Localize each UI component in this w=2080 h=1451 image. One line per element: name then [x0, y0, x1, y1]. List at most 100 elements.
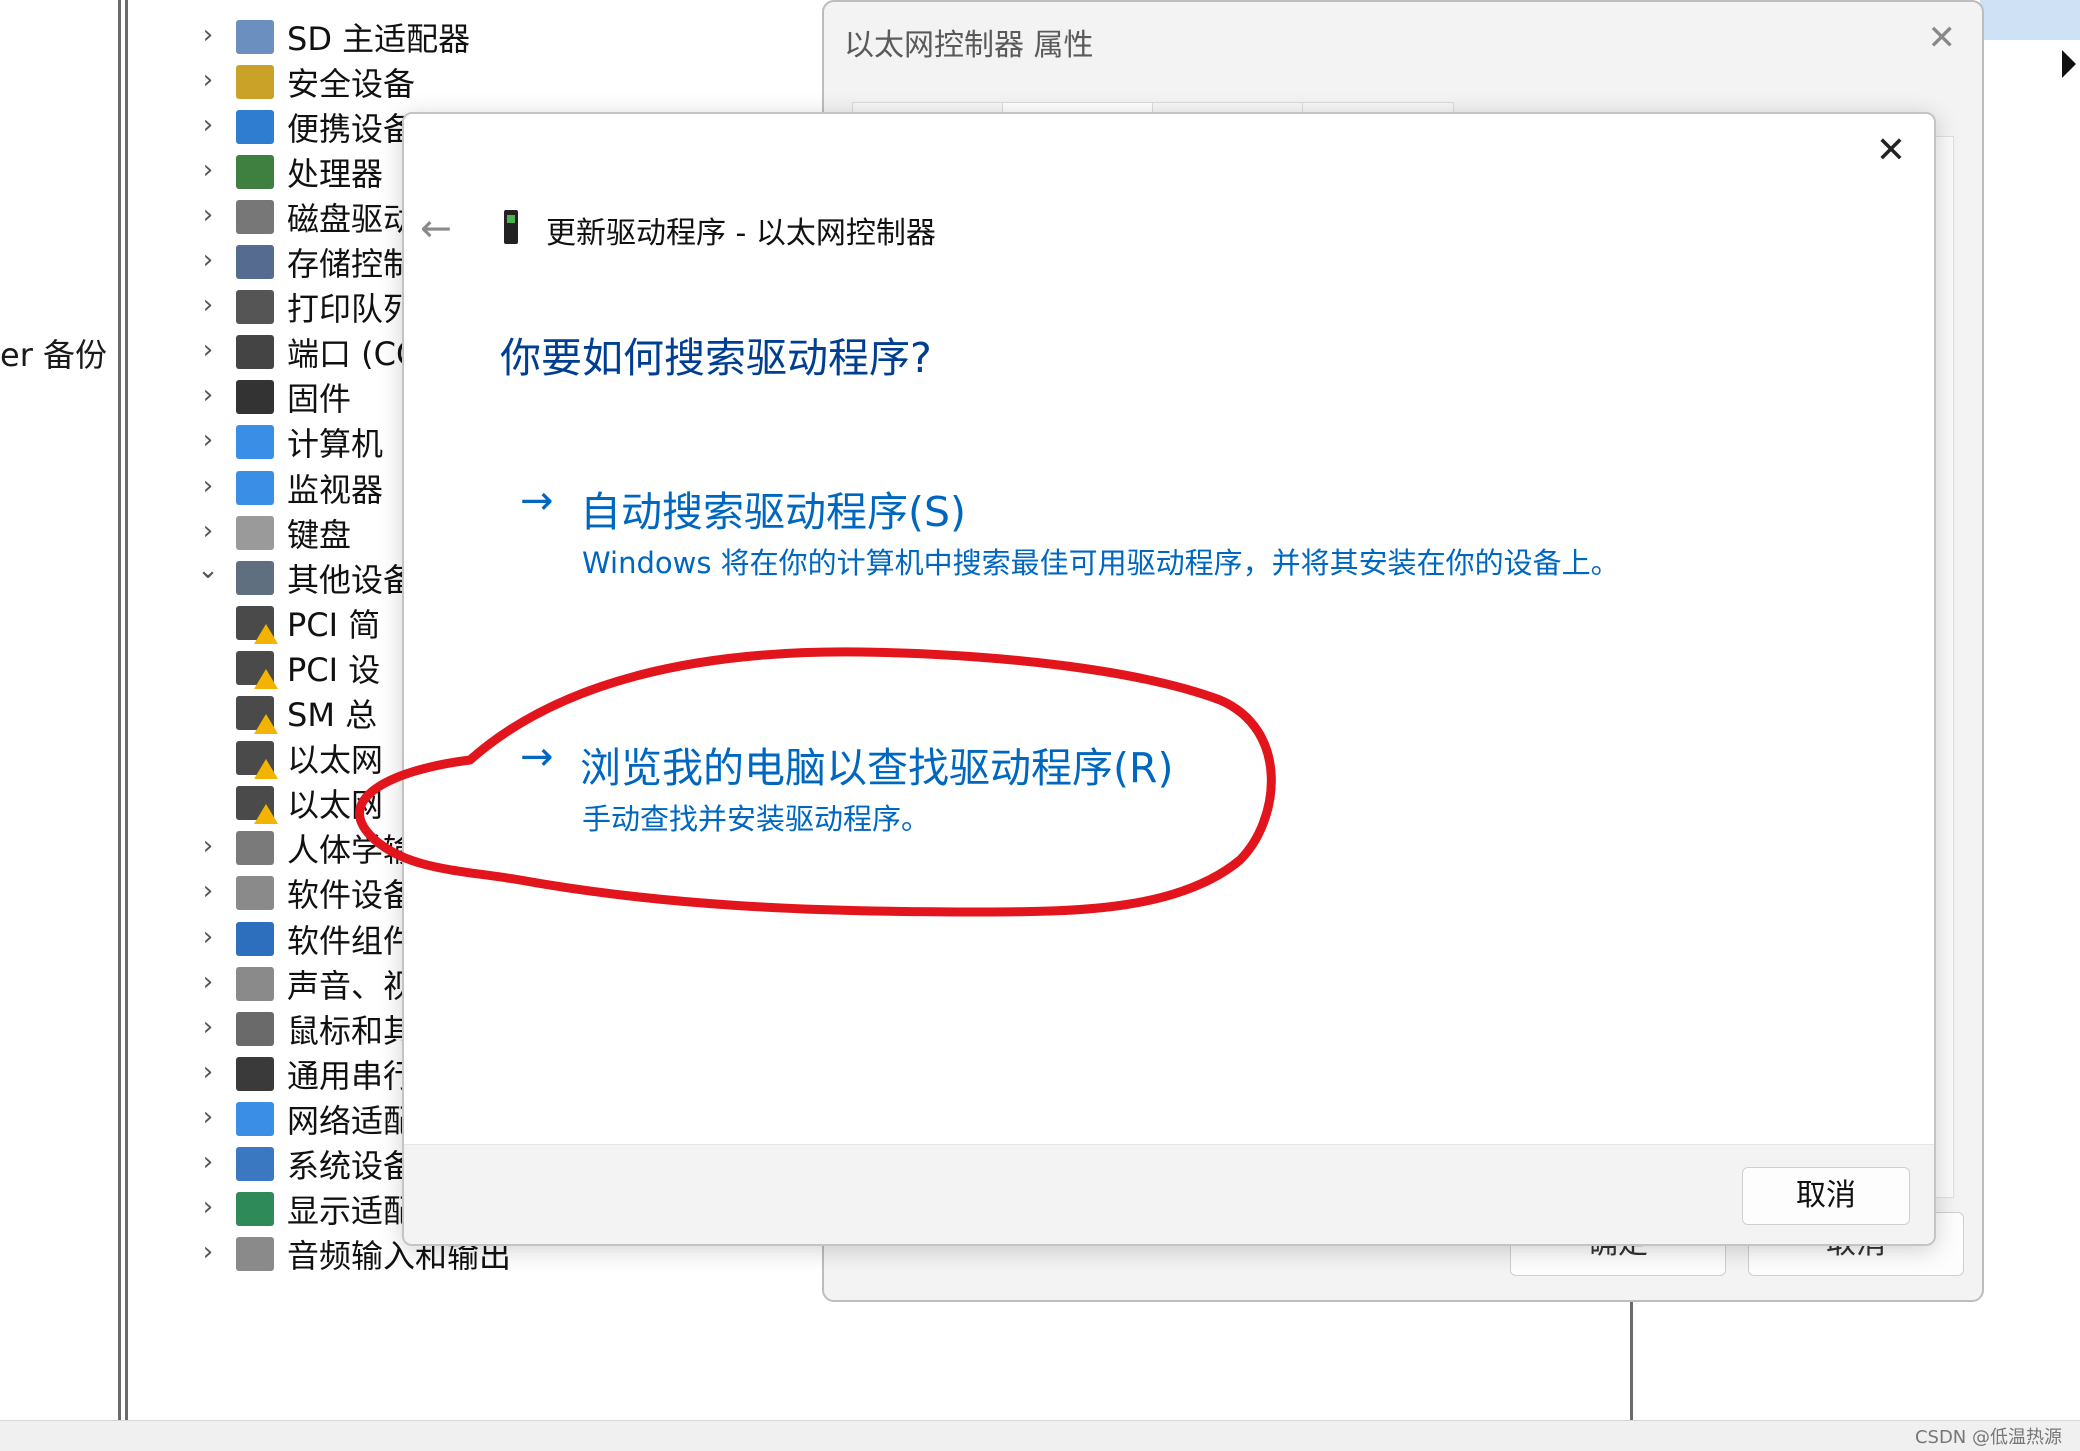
tree-category-item[interactable]: › 端口 (CO	[190, 330, 421, 375]
chevron-right-icon[interactable]: ›	[190, 110, 226, 140]
tree-category-item[interactable]: ⌄ 其他设备	[190, 555, 415, 600]
usb-icon	[236, 1056, 274, 1091]
tree-item-label: PCI 设	[287, 650, 381, 689]
tree-category-item[interactable]: › 磁盘驱动	[190, 194, 415, 239]
left-pane-text: er 备份	[0, 336, 108, 374]
chevron-right-icon[interactable]: ›	[190, 20, 226, 50]
tree-item-label: 便携设备	[287, 109, 416, 148]
chevron-right-icon[interactable]: ›	[190, 1237, 226, 1267]
arrow-right-icon: →	[520, 478, 554, 524]
properties-window-title: 以太网控制器 属性	[844, 28, 1094, 63]
chevron-right-icon[interactable]: ›	[190, 831, 226, 861]
keyboard-icon	[236, 515, 274, 550]
tree-category-item[interactable]: › 显示适配	[190, 1187, 415, 1232]
tree-child-item[interactable]: SM 总	[176, 691, 377, 736]
chevron-down-icon[interactable]: ⌄	[190, 555, 226, 585]
warning-icon	[254, 759, 278, 780]
chevron-right-icon[interactable]: ›	[190, 471, 226, 501]
chevron-right-icon[interactable]: ›	[190, 1012, 226, 1042]
chevron-right-icon[interactable]: ›	[190, 335, 226, 365]
tree-category-item[interactable]: › 处理器	[190, 149, 383, 194]
processor-icon	[236, 154, 274, 189]
tree-item-label: 其他设备	[287, 560, 416, 599]
tree-item-label: 安全设备	[287, 64, 416, 103]
tree-item-label: 软件组件	[287, 921, 416, 960]
tree-category-item[interactable]: › 打印队列	[190, 285, 415, 330]
dialog-title: 更新驱动程序 - 以太网控制器	[546, 216, 936, 251]
dialog-question: 你要如何搜索驱动程序?	[500, 334, 932, 382]
chevron-right-icon[interactable]: ›	[190, 1057, 226, 1087]
tree-item-label: 网络适配	[287, 1101, 416, 1140]
chevron-right-icon[interactable]: ›	[190, 1192, 226, 1222]
tree-item-label: 键盘	[287, 515, 352, 554]
close-icon[interactable]: ✕	[1928, 18, 1957, 58]
storage-controller-icon	[236, 245, 274, 279]
close-icon[interactable]: ✕	[1876, 130, 1906, 171]
tree-category-item[interactable]: › SD 主适配器	[190, 14, 470, 59]
tree-child-item[interactable]: 以太网	[176, 781, 383, 826]
chevron-right-icon[interactable]: ›	[190, 245, 226, 275]
tree-category-item[interactable]: › 声音、视	[190, 961, 415, 1006]
chevron-right-icon[interactable]: ›	[190, 65, 226, 95]
tree-item-label: 人体学输	[287, 831, 416, 870]
chevron-right-icon[interactable]: ›	[190, 380, 226, 410]
tree-category-item[interactable]: › 计算机	[190, 420, 383, 465]
tree-category-item[interactable]: › 安全设备	[190, 59, 415, 104]
warning-device-icon	[236, 650, 278, 689]
tree-category-item[interactable]: › 鼠标和其	[190, 1006, 415, 1051]
tree-item-label: 处理器	[287, 154, 384, 193]
system-device-icon	[236, 1147, 274, 1181]
tree-category-item[interactable]: › 存储控制	[190, 240, 415, 285]
network-adapter-icon	[236, 1101, 274, 1136]
tree-category-item[interactable]: › 网络适配	[190, 1096, 415, 1141]
warning-device-icon	[236, 786, 278, 825]
audio-io-icon	[236, 1237, 274, 1272]
tree-category-item[interactable]: › 系统设备	[190, 1142, 415, 1187]
cancel-button[interactable]: 取消	[1742, 1167, 1910, 1225]
disk-drive-icon	[236, 199, 274, 234]
chevron-right-icon[interactable]: ›	[190, 1102, 226, 1132]
warning-icon	[254, 668, 278, 689]
chevron-right-icon[interactable]: ›	[190, 200, 226, 230]
tree-item-label: 声音、视	[287, 966, 416, 1005]
tree-item-label: 存储控制	[287, 245, 416, 283]
tree-category-item[interactable]: › 便携设备	[190, 104, 415, 149]
tree-category-item[interactable]: › 通用串行	[190, 1051, 415, 1096]
tree-child-item[interactable]: 以太网	[176, 736, 383, 781]
tree-category-item[interactable]: › 软件组件	[190, 916, 415, 961]
tree-item-label: 磁盘驱动	[287, 199, 416, 238]
device-icon	[504, 210, 518, 244]
tree-category-item[interactable]: › 监视器	[190, 465, 383, 510]
firmware-icon	[236, 380, 274, 415]
chevron-right-icon[interactable]: ›	[190, 516, 226, 546]
browse-computer-description: 手动查找并安装驱动程序。	[582, 802, 931, 836]
expand-arrow-icon[interactable]	[2062, 50, 2076, 78]
status-bar	[0, 1420, 2080, 1451]
computer-icon	[236, 425, 274, 460]
tree-item-label: 鼠标和其	[287, 1011, 416, 1050]
chevron-right-icon[interactable]: ›	[190, 155, 226, 185]
tree-category-item[interactable]: › 键盘	[190, 510, 351, 555]
chevron-right-icon[interactable]: ›	[190, 425, 226, 455]
chevron-right-icon[interactable]: ›	[190, 1147, 226, 1177]
tree-category-item[interactable]: › 固件	[190, 375, 351, 420]
tree-child-item[interactable]: PCI 简	[176, 600, 380, 645]
security-key-icon	[236, 64, 274, 99]
display-adapter-icon	[236, 1192, 274, 1227]
chevron-right-icon[interactable]: ›	[190, 876, 226, 906]
tree-child-item[interactable]: PCI 设	[176, 645, 380, 690]
update-driver-dialog: ✕ ← 更新驱动程序 - 以太网控制器 你要如何搜索驱动程序? → 自动搜索驱动…	[402, 112, 1936, 1246]
chevron-right-icon[interactable]: ›	[190, 922, 226, 952]
chevron-right-icon[interactable]: ›	[190, 290, 226, 320]
back-arrow-icon[interactable]: ←	[420, 206, 452, 250]
tree-category-item[interactable]: › 人体学输	[190, 826, 415, 871]
unknown-device-icon	[236, 560, 274, 595]
tree-item-label: SM 总	[287, 696, 378, 734]
chevron-right-icon[interactable]: ›	[190, 967, 226, 997]
warning-device-icon	[236, 605, 278, 644]
tree-category-item[interactable]: › 软件设备	[190, 871, 415, 916]
tree-item-label: 固件	[287, 380, 352, 419]
warning-icon	[254, 714, 278, 734]
warning-device-icon	[236, 741, 278, 780]
tree-item-label: 打印队列	[287, 290, 416, 329]
